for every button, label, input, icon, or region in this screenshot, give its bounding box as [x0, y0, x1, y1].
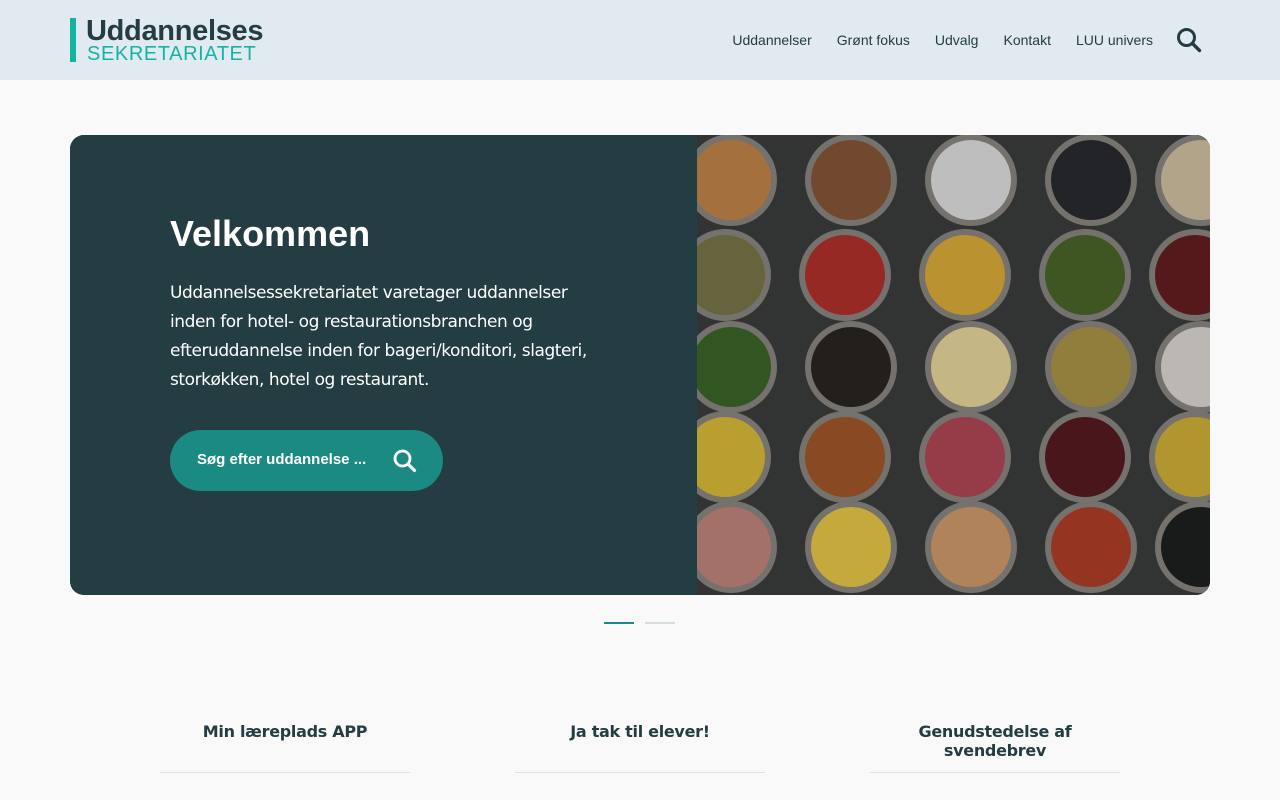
link-ja-tak-til-elever[interactable]: Ja tak til elever!	[515, 722, 765, 741]
logo-text-sub: SEKRETARIATET	[87, 43, 257, 65]
search-icon[interactable]	[1176, 27, 1202, 53]
hero-description: Uddannelsessekretariatet varetager uddan…	[170, 283, 587, 390]
slider-pagination	[604, 622, 675, 624]
slider-dot-1[interactable]	[604, 622, 634, 624]
hero-banner: Velkommen Uddannelsessekretariatet varet…	[70, 135, 1210, 595]
divider	[160, 772, 410, 773]
nav-item-udvalg[interactable]: Udvalg	[935, 32, 979, 48]
logo-accent-bar	[70, 18, 76, 62]
divider	[515, 772, 765, 773]
nav-item-uddannelser[interactable]: Uddannelser	[732, 32, 811, 48]
link-min-laereplads-app[interactable]: Min læreplads APP	[160, 722, 410, 741]
site-header: Uddannelses SEKRETARIATET Uddannelser Gr…	[0, 0, 1280, 80]
food-bowls-image	[697, 135, 1210, 595]
slider-dot-2[interactable]	[645, 622, 675, 624]
hero-title: Velkommen	[170, 213, 371, 254]
divider	[870, 772, 1120, 773]
nav-item-luu-univers[interactable]: LUU univers	[1076, 32, 1153, 48]
search-education-button[interactable]: Søg efter uddannelse ...	[170, 430, 443, 491]
hero-content: Velkommen Uddannelsessekretariatet varet…	[70, 135, 697, 595]
nav-item-gront-fokus[interactable]: Grønt fokus	[837, 32, 910, 48]
nav-item-kontakt[interactable]: Kontakt	[1003, 32, 1050, 48]
search-education-label: Søg efter uddannelse ...	[197, 451, 367, 468]
site-logo[interactable]: Uddannelses SEKRETARIATET	[70, 15, 300, 65]
main-nav: Uddannelser Grønt fokus Udvalg Kontakt L…	[732, 0, 1153, 80]
link-genudstedelse-svendebrev[interactable]: Genudstedelse af svendebrev	[870, 722, 1120, 760]
search-icon	[392, 448, 418, 474]
